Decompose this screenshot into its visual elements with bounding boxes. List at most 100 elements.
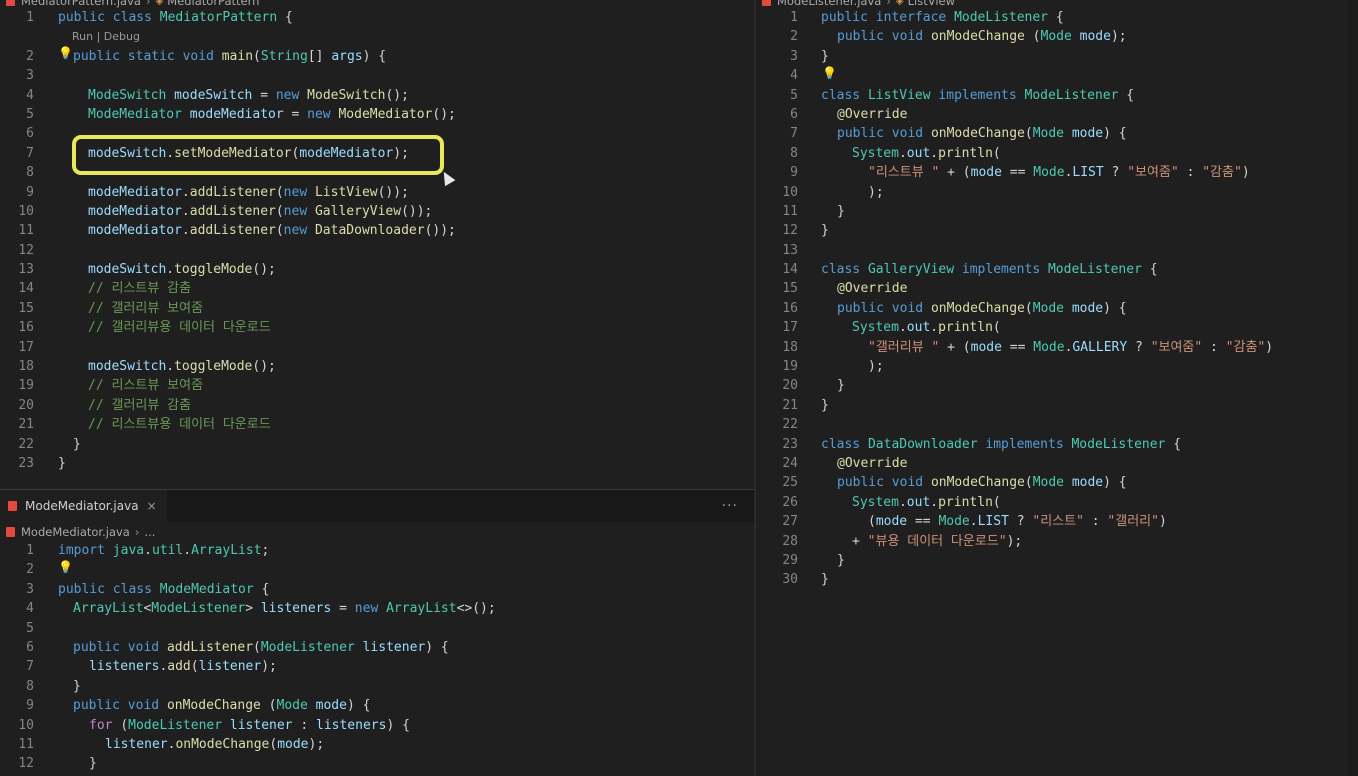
code-line[interactable]: 13 modeSwitch.toggleMode(); xyxy=(0,260,754,279)
tab-bar: ModeMediator.java × ··· xyxy=(0,490,754,522)
code-line[interactable]: 14 // 리스트뷰 감춤 xyxy=(0,279,754,298)
code-editor[interactable]: 1 import java.util.ArrayList; 2 3 public cla… xyxy=(0,541,754,774)
code-line[interactable]: 16 // 갤러리뷰용 데이터 다운로드 xyxy=(0,318,754,337)
breadcrumb: ModeMediator.java › ... xyxy=(0,523,754,541)
code-line[interactable]: 1 public interface ModeListener { xyxy=(756,8,1358,27)
breadcrumb-rest[interactable]: ... xyxy=(144,525,155,539)
code-text: public void onModeChange (Mode mode); xyxy=(837,29,1127,45)
line-number: 3 xyxy=(26,581,34,597)
close-icon[interactable]: × xyxy=(147,499,157,513)
code-text: modeSwitch.toggleMode(); xyxy=(88,262,276,278)
code-line[interactable]: 18 "갤러리뷰 " + (mode == Mode.GALLERY ? "보여줌… xyxy=(756,338,1358,357)
code-line[interactable]: 20 // 갤러리뷰 감춤 xyxy=(0,396,754,415)
code-line[interactable]: 7 public void onModeChange(Mode mode) { xyxy=(756,124,1358,143)
codelens-run-debug[interactable]: Run | Debug xyxy=(0,27,754,46)
code-line[interactable]: 12 xyxy=(0,241,754,260)
code-line[interactable]: 8} xyxy=(0,677,754,696)
code-line[interactable]: 30} xyxy=(756,570,1358,589)
code-text: listeners.add(listener); xyxy=(89,659,277,675)
code-line[interactable]: 15 // 갤러리뷰 보여줌 xyxy=(0,299,754,318)
code-line[interactable]: 10 modeMediator.addListener(new GalleryVi… xyxy=(0,202,754,221)
code-line[interactable]: 29} xyxy=(756,551,1358,570)
code-line[interactable]: 5 ModeMediator modeMediator = new ModeMed… xyxy=(0,105,754,124)
code-line[interactable]: 11 listener.onModeChange(mode); xyxy=(0,735,754,754)
code-line[interactable]: 21} xyxy=(756,396,1358,415)
code-line[interactable]: 4 xyxy=(756,66,1358,85)
breadcrumb-symbol[interactable]: MediatorPattern xyxy=(167,0,259,8)
line-number: 3 xyxy=(790,48,798,64)
lightbulb-icon[interactable]: 💡 xyxy=(822,66,837,80)
code-line[interactable]: 18 modeSwitch.toggleMode(); xyxy=(0,357,754,376)
code-text: ModeSwitch modeSwitch = new ModeSwitch()… xyxy=(88,87,409,103)
code-line[interactable]: 2 public static void main(String[] args) … xyxy=(0,47,754,66)
code-line[interactable]: 24 @Override xyxy=(756,454,1358,473)
breadcrumb-symbol[interactable]: ListView xyxy=(908,0,955,8)
code-editor[interactable]: 1 public class MediatorPattern {Run | Deb… xyxy=(0,8,754,473)
code-line[interactable]: 3} xyxy=(756,47,1358,66)
code-line[interactable]: 9 public void onModeChange (Mode mode) { xyxy=(0,696,754,715)
code-line[interactable]: 28 + "뷰용 데이터 다운로드"); xyxy=(756,532,1358,551)
code-line[interactable]: 11 modeMediator.addListener(new DataDownl… xyxy=(0,221,754,240)
line-number: 5 xyxy=(26,620,34,636)
code-line[interactable]: 3 public class ModeMediator { xyxy=(0,580,754,599)
code-line[interactable]: 8 System.out.println( xyxy=(756,144,1358,163)
code-line[interactable]: 12} xyxy=(756,221,1358,240)
code-line[interactable]: 27 (mode == Mode.LIST ? "리스트" : "갤러리") xyxy=(756,512,1358,531)
code-text: modeMediator.addListener(new DataDownloa… xyxy=(88,223,456,239)
code-text: @Override xyxy=(837,455,908,471)
tab-mode-mediator[interactable]: ModeMediator.java × xyxy=(0,490,167,522)
code-line[interactable]: 16 public void onModeChange(Mode mode) { xyxy=(756,299,1358,318)
code-line[interactable]: 3 xyxy=(0,66,754,85)
code-line[interactable]: 21 // 리스트뷰용 데이터 다운로드 xyxy=(0,415,754,434)
code-line[interactable]: 17 xyxy=(0,338,754,357)
code-line[interactable]: 4 ModeSwitch modeSwitch = new ModeSwitch(… xyxy=(0,86,754,105)
code-line[interactable]: 9 modeMediator.addListener(new ListView()… xyxy=(0,183,754,202)
lightbulb-icon[interactable]: 💡 xyxy=(58,560,73,574)
code-line[interactable]: 2 xyxy=(0,560,754,579)
code-line[interactable]: 15 @Override xyxy=(756,279,1358,298)
code-line[interactable]: 23 class DataDownloader implements ModeLi… xyxy=(756,435,1358,454)
code-line[interactable]: 7 listeners.add(listener); xyxy=(0,657,754,676)
code-line[interactable]: 10); xyxy=(756,183,1358,202)
editor-pane-mode-mediator[interactable]: ModeMediator.java × ··· ModeMediator.jav… xyxy=(0,490,754,776)
code-line[interactable]: 1 import java.util.ArrayList; xyxy=(0,541,754,560)
code-line[interactable]: 20} xyxy=(756,376,1358,395)
code-line[interactable]: 19 // 리스트뷰 보여줌 xyxy=(0,376,754,395)
code-line[interactable]: 26 System.out.println( xyxy=(756,493,1358,512)
editor-pane-mediator-pattern[interactable]: MediatorPattern.java › ◈ MediatorPattern… xyxy=(0,0,754,489)
breadcrumb-file[interactable]: MediatorPattern.java xyxy=(21,0,141,8)
code-line[interactable]: 11} xyxy=(756,202,1358,221)
code-line[interactable]: 19); xyxy=(756,357,1358,376)
code-text: System.out.println( xyxy=(852,145,1001,161)
code-line[interactable]: 23} xyxy=(0,454,754,473)
line-number: 17 xyxy=(18,339,34,355)
code-text: public class ModeMediator { xyxy=(58,581,270,597)
code-line[interactable]: 22 xyxy=(756,415,1358,434)
breadcrumb-file[interactable]: ModeMediator.java xyxy=(21,525,130,539)
line-number: 22 xyxy=(18,436,34,452)
lightbulb-icon[interactable]: 💡 xyxy=(58,46,73,60)
code-line[interactable]: 10 for (ModeListener listener : listeners… xyxy=(0,716,754,735)
code-line[interactable]: 14 class GalleryView implements ModeListe… xyxy=(756,260,1358,279)
code-line[interactable]: 13 xyxy=(756,241,1358,260)
code-editor[interactable]: 1 public interface ModeListener {2 public … xyxy=(756,8,1358,590)
code-line[interactable]: 1 public class MediatorPattern { xyxy=(0,8,754,27)
code-line[interactable]: 5 xyxy=(0,619,754,638)
code-line[interactable]: 22} xyxy=(0,435,754,454)
code-text: } xyxy=(821,572,829,588)
more-actions-icon[interactable]: ··· xyxy=(722,498,738,514)
line-number: 14 xyxy=(782,262,798,278)
code-line[interactable]: 2 public void onModeChange (Mode mode); xyxy=(756,27,1358,46)
code-line[interactable]: 6 public void addListener(ModeListener li… xyxy=(0,638,754,657)
code-line[interactable]: 4 ArrayList<ModeListener> listeners = new… xyxy=(0,599,754,618)
code-line[interactable]: 12} xyxy=(0,754,754,773)
line-number: 3 xyxy=(26,68,34,84)
scrollbar[interactable] xyxy=(1348,0,1358,776)
editor-pane-mode-listener[interactable]: ModeListener.java › ◈ ListView 1 public i… xyxy=(756,0,1358,776)
code-line[interactable]: 17 System.out.println( xyxy=(756,318,1358,337)
code-line[interactable]: 25 public void onModeChange(Mode mode) { xyxy=(756,473,1358,492)
code-line[interactable]: 5 class ListView implements ModeListener … xyxy=(756,86,1358,105)
code-line[interactable]: 6 @Override xyxy=(756,105,1358,124)
breadcrumb-file[interactable]: ModeListener.java xyxy=(777,0,881,8)
code-line[interactable]: 9 "리스트뷰 " + (mode == Mode.LIST ? "보여줌" : … xyxy=(756,163,1358,182)
